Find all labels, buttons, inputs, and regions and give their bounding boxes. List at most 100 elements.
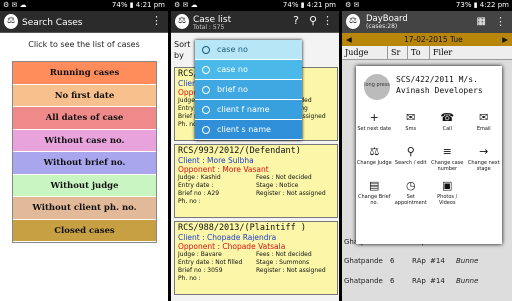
column-header-judge[interactable]: Judge: [342, 46, 388, 59]
row-sr: 6: [390, 257, 395, 265]
brief-no-field: Brief no : 3059: [178, 267, 223, 274]
calendar-add-icon: +: [369, 111, 379, 124]
row-number: #14: [430, 257, 445, 265]
media-icon: ▣: [442, 179, 453, 192]
sms-button[interactable]: ✉ Sms: [393, 108, 430, 142]
radio-icon: [202, 66, 210, 74]
grid-icon[interactable]: ▦: [477, 16, 486, 27]
status-icons: ⚙ ✉: [345, 1, 360, 9]
change-brief-no-button[interactable]: ▤ Change Brief no.: [356, 176, 393, 210]
hint-text: Click to see the list of cases: [28, 40, 140, 49]
search-icon[interactable]: ⚲: [309, 14, 317, 27]
action-label: Change next stage: [467, 160, 500, 172]
email-button[interactable]: ✉ Email: [466, 108, 503, 142]
running-cases-button[interactable]: Running cases: [13, 62, 156, 85]
column-header-to[interactable]: To: [408, 46, 430, 59]
without-judge-button[interactable]: Without judge: [13, 174, 156, 197]
overflow-menu-icon[interactable]: ⋮: [151, 14, 162, 27]
row-sr: 6: [390, 277, 395, 285]
action-label: Email: [476, 126, 491, 132]
set-next-date-button[interactable]: + Set next date: [356, 108, 393, 142]
entry-date-field: Entry date :: [178, 182, 214, 189]
action-label: Sms: [405, 126, 417, 132]
action-label: Photos / Videos: [437, 194, 458, 206]
without-case-no-button[interactable]: Without case no.: [13, 129, 156, 152]
judge-field: Judge : Kashid: [178, 174, 221, 181]
row-judge: Ghatpande: [344, 277, 383, 285]
status-bar: ⚙ ✉ ☁ 74% ▮ 4:21 pm: [171, 0, 339, 11]
overflow-menu-icon[interactable]: ⋮: [495, 15, 506, 28]
page-title: Search Cases: [22, 18, 83, 28]
client-name: Client : More Sulbha: [178, 156, 254, 165]
overflow-menu-icon[interactable]: ⋮: [322, 14, 333, 27]
sort-option-label: case no: [217, 45, 248, 54]
column-header-sr[interactable]: Sr: [388, 46, 408, 59]
phone-field: Ph. no :: [178, 275, 201, 282]
closed-cases-button[interactable]: Closed cases: [13, 219, 156, 242]
search-edit-button[interactable]: ⚲ Search / edit: [393, 142, 430, 176]
case-card[interactable]: RCS/993/2012/(Defendant) Client : More S…: [174, 144, 338, 218]
app-logo-icon[interactable]: ⚖: [346, 14, 360, 29]
status-icons: ⚙ ✉ ☁: [174, 1, 198, 9]
prev-date-icon[interactable]: ◀: [346, 33, 352, 46]
radio-icon: [202, 126, 210, 134]
popup-title: SCS/422/2011 M/s. Avinash Developers: [396, 75, 483, 95]
sort-option-client-first-name[interactable]: client f name: [195, 100, 302, 120]
action-label: Set next date: [357, 126, 392, 132]
action-label: Change case number: [431, 160, 464, 172]
next-date-icon[interactable]: ▶: [502, 33, 508, 46]
sort-option-client-surname[interactable]: client s name: [195, 120, 302, 140]
table-row[interactable]: Ghatpande 6 RAp #14 Bunne: [342, 252, 512, 270]
case-number: RCS/993/2012/(Defendant): [178, 146, 301, 156]
change-judge-button[interactable]: ⚖ Change Judge: [356, 142, 393, 176]
without-brief-no-button[interactable]: Without brief no.: [13, 152, 156, 175]
row-name: Bunne: [456, 257, 479, 265]
case-number-icon: ≡: [442, 145, 452, 158]
dayboard-screen: ⚙ ✉ 73% ▮ 4:22 pm ⚖ DayBoard (cases:28) …: [342, 0, 512, 301]
case-list-screen: ⚙ ✉ ☁ 74% ▮ 4:21 pm ⚖ Case list Total : …: [171, 0, 339, 301]
change-next-stage-button[interactable]: → Change next stage: [466, 142, 503, 176]
current-date[interactable]: 17-02-2015 Tue: [404, 33, 463, 46]
status-time: 73% ▮ 4:22 pm: [455, 1, 509, 9]
action-label: Call: [442, 126, 452, 132]
all-dates-button[interactable]: All dates of case: [13, 107, 156, 130]
action-label: Change Brief no.: [358, 194, 391, 206]
set-appointment-button[interactable]: ◷ Set appointment: [393, 176, 430, 210]
action-grid: + Set next date ✉ Sms ☎ Call ✉ Email ⚖ Change…: [356, 108, 502, 210]
phone-icon: ☎: [440, 111, 455, 124]
column-header-filer[interactable]: Filer: [430, 46, 512, 59]
message-icon: ✉: [406, 111, 416, 124]
sort-option-case-no[interactable]: case no: [195, 60, 302, 80]
row-judge: Ghatpande: [344, 257, 383, 265]
client-name: Client : Chopade Rajendra: [178, 233, 277, 242]
app-logo-icon[interactable]: ⚖: [4, 14, 18, 29]
sort-option-brief-no[interactable]: brief no: [195, 80, 302, 100]
radio-icon: [202, 46, 210, 54]
phone-field: Ph. no :: [178, 198, 201, 205]
help-icon[interactable]: ?: [293, 14, 299, 27]
change-case-number-button[interactable]: ≡ Change case number: [429, 142, 466, 176]
without-client-phone-button[interactable]: Without client ph. no.: [13, 197, 156, 220]
photos-videos-button[interactable]: ▣ Photos / Videos: [429, 176, 466, 210]
stage-field: Stage : Notice: [256, 182, 299, 189]
app-logo-icon[interactable]: ⚖: [175, 14, 189, 29]
sort-option-label: case no: [217, 65, 248, 74]
action-label: Change Judge: [356, 160, 392, 166]
email-icon: ✉: [479, 111, 489, 124]
sort-option-case-no-selected[interactable]: case no: [195, 40, 302, 60]
no-first-date-button[interactable]: No first date: [13, 84, 156, 107]
date-bar: ◀ 17-02-2015 Tue ▶: [342, 33, 512, 46]
row-number: #14: [430, 277, 445, 285]
stage-icon: →: [479, 145, 489, 158]
register-field: Register : Not assigned: [256, 190, 326, 197]
register-field: Register : Not assigned: [256, 267, 326, 274]
row-code: RAp: [412, 277, 426, 285]
call-button[interactable]: ☎ Call: [429, 108, 466, 142]
table-row[interactable]: Ghatpande 6 RAp #14 Bunne: [342, 272, 512, 290]
case-card[interactable]: RCS/988/2013/(Plaintiff ) Client : Chopa…: [174, 221, 338, 295]
opponent-name: Opponent : More Vasant: [178, 165, 269, 174]
avatar: long press: [364, 74, 390, 100]
status-bar: ⚙ ✉ 73% ▮ 4:22 pm: [342, 0, 512, 11]
sort-by-label: Sort by: [174, 40, 191, 60]
sort-option-label: client f name: [217, 105, 270, 114]
